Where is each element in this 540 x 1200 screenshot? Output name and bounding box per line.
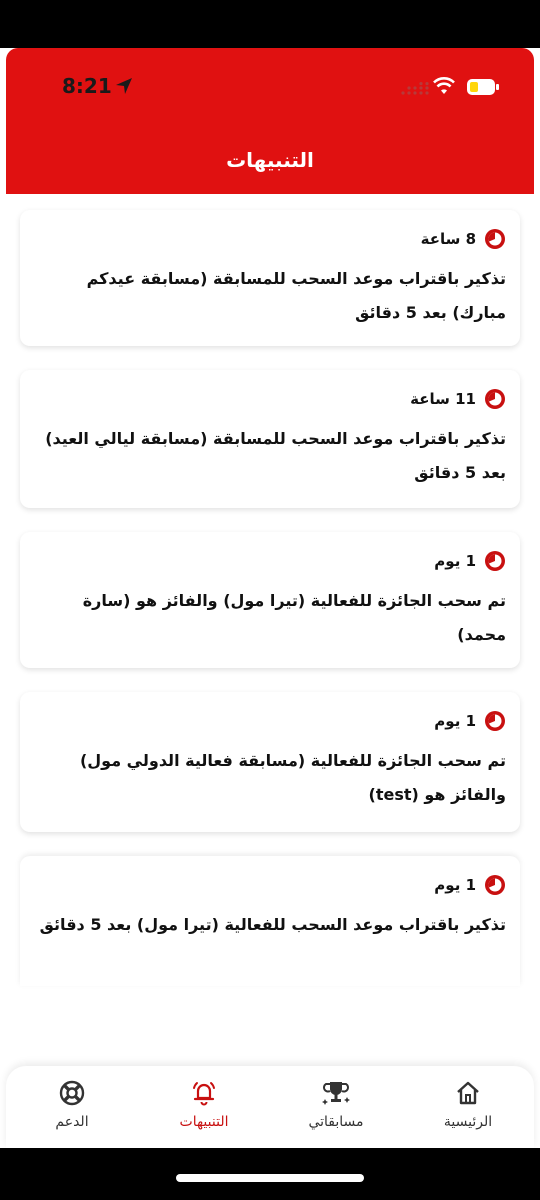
notification-card[interactable]: 1 يوم تم سحب الجائزة للفعالية (تيرا مول)…: [20, 532, 520, 668]
status-bar: 8:21: [6, 74, 534, 104]
page-title: التنبيهات: [226, 148, 314, 172]
notification-meta: 1 يوم: [34, 872, 506, 898]
clock-icon: [485, 551, 505, 571]
notification-list: 8 ساعة تذكير باقتراب موعد السحب للمسابقة…: [20, 210, 520, 1010]
battery-icon: [467, 79, 499, 95]
notification-card[interactable]: 1 يوم تم سحب الجائزة للفعالية (مسابقة فع…: [20, 692, 520, 832]
notification-meta: 11 ساعة: [34, 386, 506, 412]
notification-message: تذكير باقتراب موعد السحب للفعالية (تيرا …: [39, 915, 506, 934]
clock-icon: [485, 229, 505, 249]
nav-support[interactable]: الدعم: [6, 1066, 138, 1148]
notification-meta: 1 يوم: [34, 548, 506, 574]
clock-icon: [485, 389, 505, 409]
notification-time: 8 ساعة: [420, 230, 476, 248]
notification-time: 11 ساعة: [410, 390, 476, 408]
bell-icon: [193, 1082, 215, 1106]
nav-notifications-label: التنبيهات: [179, 1114, 229, 1130]
location-arrow-icon: [116, 78, 132, 94]
notification-message: تم سحب الجائزة للفعالية (مسابقة فعالية ا…: [79, 751, 506, 804]
bottom-nav: الدعم التنبيهات مسابقاتي الرئيسية: [6, 1066, 534, 1148]
notification-time: 1 يوم: [434, 552, 476, 570]
notification-time: 1 يوم: [434, 876, 476, 894]
notification-meta: 1 يوم: [34, 708, 506, 734]
notification-message: تذكير باقتراب موعد السحب للمسابقة (مسابق…: [86, 269, 506, 322]
nav-notifications[interactable]: التنبيهات: [138, 1066, 270, 1148]
notification-meta: 8 ساعة: [34, 226, 506, 252]
notification-time: 1 يوم: [434, 712, 476, 730]
nav-competitions[interactable]: مسابقاتي: [270, 1066, 402, 1148]
notification-message: تذكير باقتراب موعد السحب للمسابقة (مسابق…: [45, 429, 506, 482]
phone-screen: 8:21 التنبيهات 8 ساعة تذكير باقتراب موعد…: [0, 48, 540, 1148]
nav-support-label: الدعم: [55, 1114, 89, 1130]
status-time: 8:21: [62, 74, 112, 98]
nav-competitions-label: مسابقاتي: [308, 1114, 364, 1130]
app-header: 8:21 التنبيهات: [6, 48, 534, 194]
cellular-signal-icon: [401, 82, 429, 95]
trophy-icon: [322, 1082, 350, 1105]
notification-card[interactable]: 8 ساعة تذكير باقتراب موعد السحب للمسابقة…: [20, 210, 520, 346]
notification-message: تم سحب الجائزة للفعالية (تيرا مول) والفا…: [82, 591, 506, 644]
clock-icon: [485, 875, 505, 895]
nav-home[interactable]: الرئيسية: [402, 1066, 534, 1148]
nav-home-label: الرئيسية: [443, 1114, 493, 1130]
home-indicator[interactable]: [176, 1174, 364, 1182]
notification-card[interactable]: 11 ساعة تذكير باقتراب موعد السحب للمسابق…: [20, 370, 520, 508]
home-icon: [457, 1081, 479, 1105]
clock-icon: [485, 711, 505, 731]
wifi-icon: [433, 77, 455, 94]
notification-card[interactable]: 1 يوم تذكير باقتراب موعد السحب للفعالية …: [20, 856, 520, 986]
lifebuoy-icon: [59, 1080, 85, 1106]
